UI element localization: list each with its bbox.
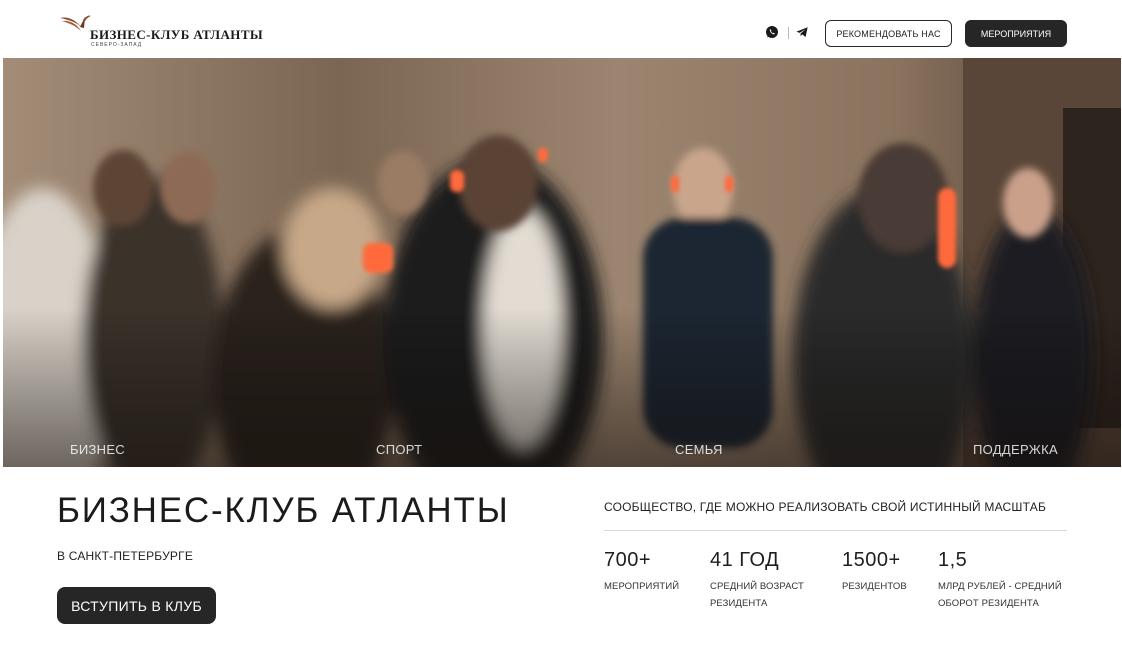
stat-label: РЕЗИДЕНТОВ (842, 578, 907, 595)
stat-residents: 1500+ РЕЗИДЕНТОВ (842, 549, 907, 595)
stat-value: 1,5 (938, 549, 968, 571)
page: БИЗНЕС-КЛУБ АТЛАНТЫ СЕВЕРО-ЗАПАД РЕКОМЕН… (3, 3, 1121, 650)
stat-turnover: 1,5 МЛРД РУБЛЕЙ - СРЕДНИЙ ОБОРОТ РЕЗИДЕН… (938, 549, 1062, 612)
stat-label-line: МЕРОПРИЯТИЙ (604, 581, 680, 592)
stat-label-line: РЕЗИДЕНТОВ (842, 581, 907, 592)
stat-label: МЕРОПРИЯТИЙ (604, 578, 679, 595)
whatsapp-icon[interactable] (765, 25, 779, 39)
site-header: БИЗНЕС-КЛУБ АТЛАНТЫ СЕВЕРО-ЗАПАД РЕКОМЕН… (3, 3, 1121, 58)
hero-tab-family[interactable]: СЕМЬЯ (675, 442, 723, 457)
stat-label-line: СРЕДНИЙ ВОЗРАСТ (710, 581, 804, 592)
logo-subtitle: СЕВЕРО-ЗАПАД (91, 42, 143, 48)
hero-banner: БИЗНЕС СПОРТ СЕМЬЯ ПОДДЕРЖКА (3, 58, 1121, 467)
hero-tab-support[interactable]: ПОДДЕРЖКА (973, 442, 1058, 457)
stat-value: 700+ (604, 549, 652, 571)
tagline: СООБЩЕСТВО, ГДЕ МОЖНО РЕАЛИЗОВАТЬ СВОЙ И… (604, 500, 1047, 514)
stat-label-line: РЕЗИДЕНТА (710, 598, 768, 609)
stat-label: МЛРД РУБЛЕЙ - СРЕДНИЙ ОБОРОТ РЕЗИДЕНТА (938, 578, 1062, 612)
bird-logo-icon (60, 15, 91, 31)
logo[interactable]: БИЗНЕС-КЛУБ АТЛАНТЫ СЕВЕРО-ЗАПАД (58, 14, 263, 50)
divider (604, 530, 1067, 531)
stat-label-line: МЛРД РУБЛЕЙ - СРЕДНИЙ (938, 581, 1062, 592)
recommend-button[interactable]: РЕКОМЕНДОВАТЬ НАС (825, 20, 952, 47)
stat-value: 41 ГОД (710, 549, 780, 571)
city-subtitle: В САНКТ-ПЕТЕРБУРГЕ (57, 549, 194, 563)
hero-tab-business[interactable]: БИЗНЕС (70, 442, 125, 457)
hero-photo (3, 58, 1121, 467)
join-club-button[interactable]: ВСТУПИТЬ В КЛУБ (57, 587, 216, 624)
events-button[interactable]: МЕРОПРИЯТИЯ (965, 20, 1067, 47)
logo-title: БИЗНЕС-КЛУБ АТЛАНТЫ (90, 27, 264, 42)
stat-age: 41 ГОД СРЕДНИЙ ВОЗРАСТ РЕЗИДЕНТА (710, 549, 804, 612)
stat-events: 700+ МЕРОПРИЯТИЙ (604, 549, 679, 595)
hero-tab-sport[interactable]: СПОРТ (376, 442, 422, 457)
telegram-icon[interactable] (795, 25, 809, 39)
stat-value: 1500+ (842, 549, 901, 571)
stat-label-line: ОБОРОТ РЕЗИДЕНТА (938, 598, 1039, 609)
page-title: БИЗНЕС-КЛУБ АТЛАНТЫ (57, 491, 510, 530)
icon-divider (788, 27, 789, 39)
stat-label: СРЕДНИЙ ВОЗРАСТ РЕЗИДЕНТА (710, 578, 804, 612)
